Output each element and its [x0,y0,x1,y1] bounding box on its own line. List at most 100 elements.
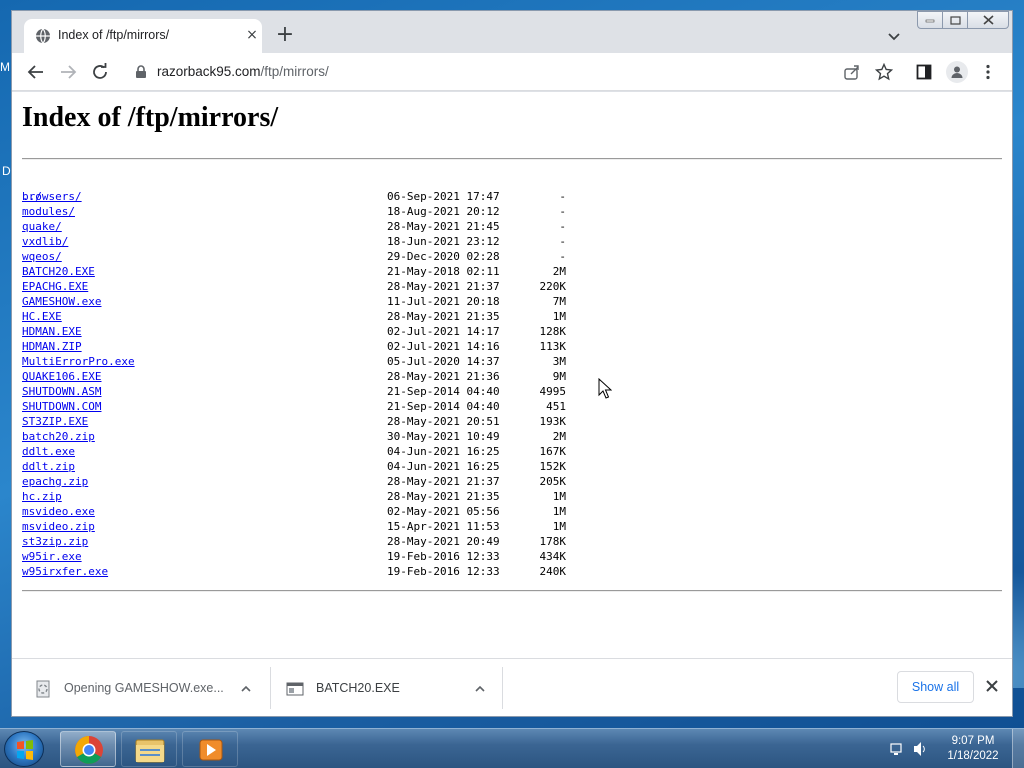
page-content: Index of /ftp/mirrors/ ../ browsers/06-S… [12,92,1012,658]
file-size: 1M [552,520,566,533]
file-link[interactable]: ddlt.zip [22,459,75,474]
file-link[interactable]: batch20.zip [22,429,95,444]
file-size: 1M [552,505,566,518]
file-link[interactable]: ddlt.exe [22,444,75,459]
list-item: ../ [22,174,75,203]
reload-button[interactable] [90,62,110,82]
file-size: 434K [539,550,567,563]
file-link[interactable]: quake/ [22,219,62,234]
download-shelf: Opening GAMESHOW.exe... BATCH20.EXE Show… [12,658,1012,716]
share-button[interactable] [842,62,862,82]
file-link[interactable]: EPACHG.EXE [22,279,88,294]
file-link[interactable]: SHUTDOWN.COM [22,399,101,414]
list-item: ddlt.exe 04-Jun-2021 16:25 167K [22,444,566,459]
file-link[interactable]: HC.EXE [22,309,62,324]
close-icon[interactable] [984,678,1000,694]
maximize-button[interactable] [942,11,968,29]
reload-icon [93,63,107,79]
restore-icon [949,15,961,25]
list-item: browsers/06-Sep-2021 17:47- [22,189,566,204]
file-link[interactable]: vxdlib/ [22,234,68,249]
kebab-menu-icon [986,64,990,80]
minimize-icon [925,19,935,23]
file-link[interactable]: browsers/ [22,189,82,204]
clock-time: 9:07 PM [951,735,995,747]
address-bar[interactable]: razorback95.com/ftp/mirrors/ [124,57,904,87]
media-player-icon [199,739,223,761]
chevron-up-icon[interactable] [240,683,252,695]
download-item[interactable]: BATCH20.EXE [286,667,492,711]
tab-close-icon[interactable]: × [244,27,260,43]
file-size: 1M [552,310,566,323]
side-panel-button[interactable] [914,62,934,82]
file-size: 205K [539,475,567,488]
list-item: vxdlib/18-Jun-2021 23:12- [22,234,566,249]
explorer-folder-icon [135,739,165,763]
taskbar-app-media-player[interactable] [182,731,238,767]
file-listing: ../ browsers/06-Sep-2021 17:47- modules/1… [22,174,566,579]
network-volume-icons[interactable] [890,741,930,757]
show-desktop-button[interactable] [1012,729,1024,768]
profile-button[interactable] [946,61,968,83]
file-size: - [559,190,566,203]
list-item: HDMAN.ZIP 02-Jul-2021 14:16 113K [22,339,566,354]
download-item[interactable]: Opening GAMESHOW.exe... [34,667,260,711]
list-item: w95irxfer.exe 19-Feb-2016 12:33 240K [22,564,566,579]
avatar-icon [951,66,963,78]
taskbar: 9:07 PM 1/18/2022 [0,728,1024,768]
file-size: 220K [539,280,567,293]
list-item: epachg.zip 28-May-2021 21:37 205K [22,474,566,489]
file-link[interactable]: BATCH20.EXE [22,264,95,279]
file-link[interactable]: MultiErrorPro.exe [22,354,135,369]
file-link[interactable]: GAMESHOW.exe [22,294,101,309]
menu-button[interactable] [978,62,998,82]
file-link[interactable]: hc.zip [22,489,62,504]
browser-window: Index of /ftp/mirrors/ × + razorback95.c… [11,10,1013,717]
file-link[interactable]: HDMAN.EXE [22,324,82,339]
file-size: - [559,205,566,218]
list-item: SHUTDOWN.COM 21-Sep-2014 04:40 451 [22,399,566,414]
globe-icon [36,28,50,44]
file-link[interactable]: st3zip.zip [22,534,88,549]
url-text[interactable]: razorback95.com/ftp/mirrors/ [157,64,329,79]
lock-icon[interactable] [134,65,148,79]
file-link[interactable]: w95ir.exe [22,549,82,564]
file-link[interactable]: HDMAN.ZIP [22,339,82,354]
close-window-button[interactable] [967,11,1009,29]
file-link[interactable]: wqeos/ [22,249,62,264]
chevron-up-icon[interactable] [474,683,486,695]
tab-active[interactable]: Index of /ftp/mirrors/ × [24,19,262,53]
start-button[interactable] [4,731,44,767]
show-all-downloads-button[interactable]: Show all [897,671,974,703]
list-item: st3zip.zip 28-May-2021 20:49 178K [22,534,566,549]
file-link[interactable]: SHUTDOWN.ASM [22,384,101,399]
file-link[interactable]: modules/ [22,204,75,219]
tab-strip: Index of /ftp/mirrors/ × + [12,11,1012,53]
taskbar-clock[interactable]: 9:07 PM 1/18/2022 [942,734,1004,764]
mouse-cursor-icon [598,378,612,399]
file-link[interactable]: QUAKE106.EXE [22,369,101,384]
list-item: wqeos/29-Dec-2020 02:28- [22,249,566,264]
chevron-down-icon[interactable] [884,27,904,47]
list-item: msvideo.zip 15-Apr-2021 11:53 1M [22,519,566,534]
taskbar-app-explorer[interactable] [121,731,177,767]
file-link[interactable]: ST3ZIP.EXE [22,414,88,429]
bookmark-button[interactable] [874,62,894,82]
list-item: batch20.zip 30-May-2021 10:49 2M [22,429,566,444]
file-size: 1M [552,490,566,503]
file-size: - [559,220,566,233]
forward-button[interactable] [58,62,78,82]
file-size: 2M [552,265,566,278]
taskbar-app-chrome[interactable] [60,731,116,767]
divider-top [22,158,1002,160]
new-tab-button[interactable]: + [274,24,296,47]
desktop-icon-label-fragment: M [0,60,10,74]
share-icon [844,65,859,80]
file-link[interactable]: w95irxfer.exe [22,564,108,579]
file-link[interactable]: epachg.zip [22,474,88,489]
file-link[interactable]: msvideo.exe [22,504,95,519]
back-button[interactable] [26,62,46,82]
close-icon [982,15,994,25]
minimize-button[interactable] [917,11,943,29]
file-link[interactable]: msvideo.zip [22,519,95,534]
